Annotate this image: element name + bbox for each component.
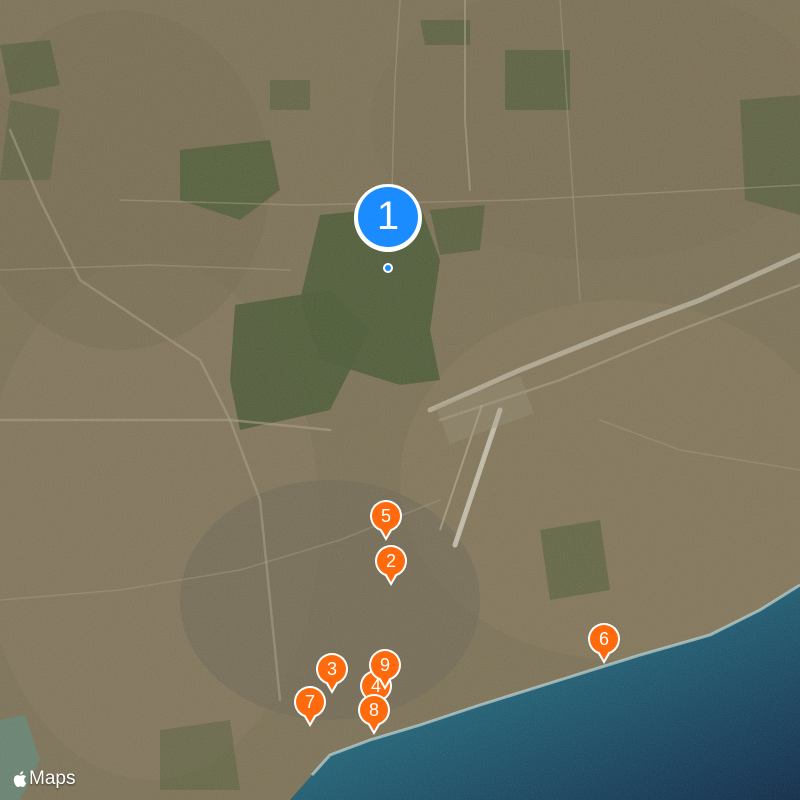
marker-label: 3 (326, 659, 337, 679)
marker-label: 8 (368, 700, 379, 720)
marker-label: 2 (385, 551, 396, 571)
map-marker-7[interactable]: 7 (292, 685, 328, 731)
marker-label: 5 (380, 506, 391, 526)
marker-label: 6 (598, 629, 609, 649)
apple-logo-icon (13, 771, 27, 788)
marker-label: 7 (304, 692, 315, 712)
marker-label: 1 (376, 194, 400, 238)
map-marker-6[interactable]: 6 (586, 622, 622, 668)
map-marker-8[interactable]: 8 (356, 693, 392, 739)
map-marker-5[interactable]: 5 (368, 499, 404, 545)
map-marker-1[interactable]: 1 (349, 181, 427, 275)
marker-label: 9 (379, 655, 390, 675)
attribution-label: Maps (29, 768, 76, 789)
map-marker-2[interactable]: 2 (373, 544, 409, 590)
map-marker-9[interactable]: 9 (367, 648, 403, 694)
maps-attribution[interactable]: Maps (12, 768, 75, 790)
